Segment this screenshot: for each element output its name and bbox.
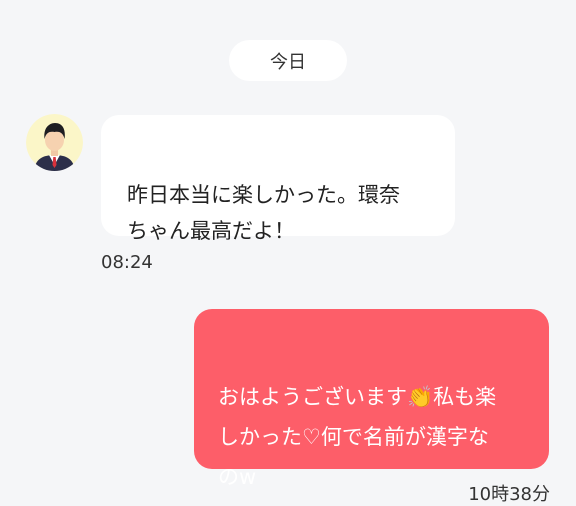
- user-avatar-icon: [26, 114, 83, 171]
- date-separator: 今日: [229, 40, 347, 81]
- incoming-message-bubble[interactable]: 昨日本当に楽しかった。環奈 ちゃん最高だよ！: [101, 115, 455, 243]
- outgoing-message-time: 10時38分: [468, 484, 550, 505]
- outgoing-message-text: おはようございます👏私も楽 しかった♡何で名前が漢字な のw: [218, 385, 497, 489]
- avatar[interactable]: [26, 114, 83, 171]
- incoming-message-text: 昨日本当に楽しかった。環奈 ちゃん最高だよ！: [127, 183, 400, 243]
- date-label: 今日: [270, 51, 306, 73]
- outgoing-message-bubble[interactable]: おはようございます👏私も楽 しかった♡何で名前が漢字な のw: [194, 309, 549, 489]
- incoming-message-time: 08:24: [101, 252, 153, 273]
